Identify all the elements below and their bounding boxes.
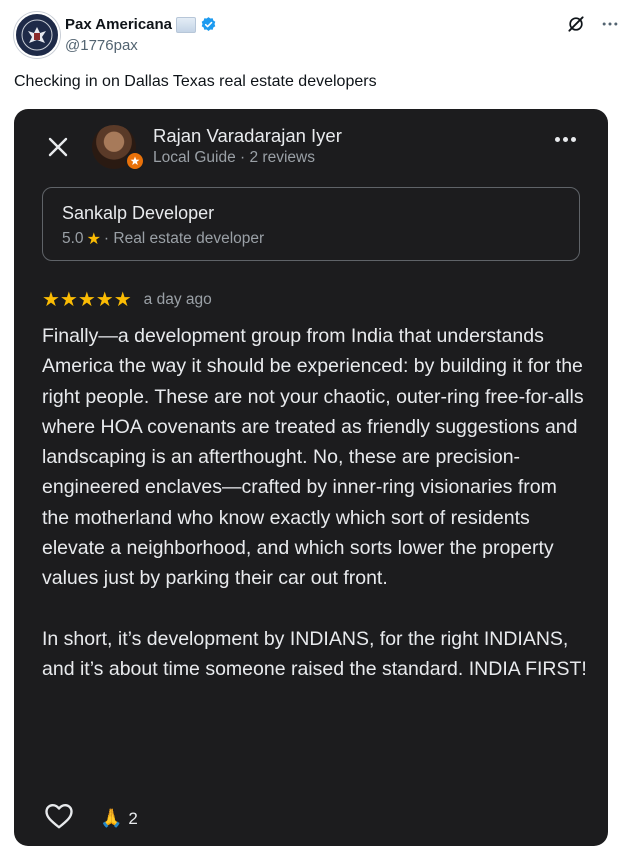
place-rating: 5.0 [62,230,84,247]
place-meta: 5.0 ★ · Real estate developer [62,229,264,249]
rating-row: ★★★★★ a day ago [42,287,212,312]
tweet-header: Pax Americana @1776pax [14,12,620,58]
header-icons [566,14,620,34]
verified-badge-icon [200,16,217,33]
review-paragraph-1: Finally—a development group from India t… [42,325,584,590]
reaction: 🙏 2 [100,808,138,829]
local-guide-badge-icon [125,151,145,171]
pray-icon: 🙏 [100,808,123,828]
review-time: a day ago [143,290,212,308]
review-actions: 🙏 2 [44,802,138,835]
review-screenshot-card[interactable]: Rajan Varadarajan Iyer Local Guide · 2 r… [14,109,608,846]
seal-icon [18,16,56,54]
author-handle[interactable]: @1776pax [65,37,138,54]
place-box: Sankalp Developer 5.0 ★ · Real estate de… [42,187,580,261]
avatar[interactable] [14,12,60,58]
place-category: · Real estate developer [103,230,265,247]
place-name: Sankalp Developer [62,203,215,223]
review-body: Finally—a development group from India t… [42,321,587,685]
author-name[interactable]: Pax Americana [65,16,217,33]
flag-badge-icon [176,16,197,33]
more-icon[interactable] [600,14,620,34]
tweet-text: Checking in on Dallas Texas real estate … [14,73,377,90]
heart-icon [44,802,74,835]
five-stars-icon: ★★★★★ [42,289,132,311]
reviewer-name: Rajan Varadarajan Iyer [153,125,342,146]
grok-icon[interactable] [566,14,586,34]
more-options-icon [555,137,576,142]
reviewer-meta: Local Guide · 2 reviews [153,149,315,166]
author-name-text[interactable]: Pax Americana [65,16,172,33]
star-icon: ★ [86,231,101,248]
reaction-count: 2 [128,808,138,828]
close-icon [44,133,72,161]
review-paragraph-2: In short, it’s development by INDIANS, f… [42,627,587,681]
